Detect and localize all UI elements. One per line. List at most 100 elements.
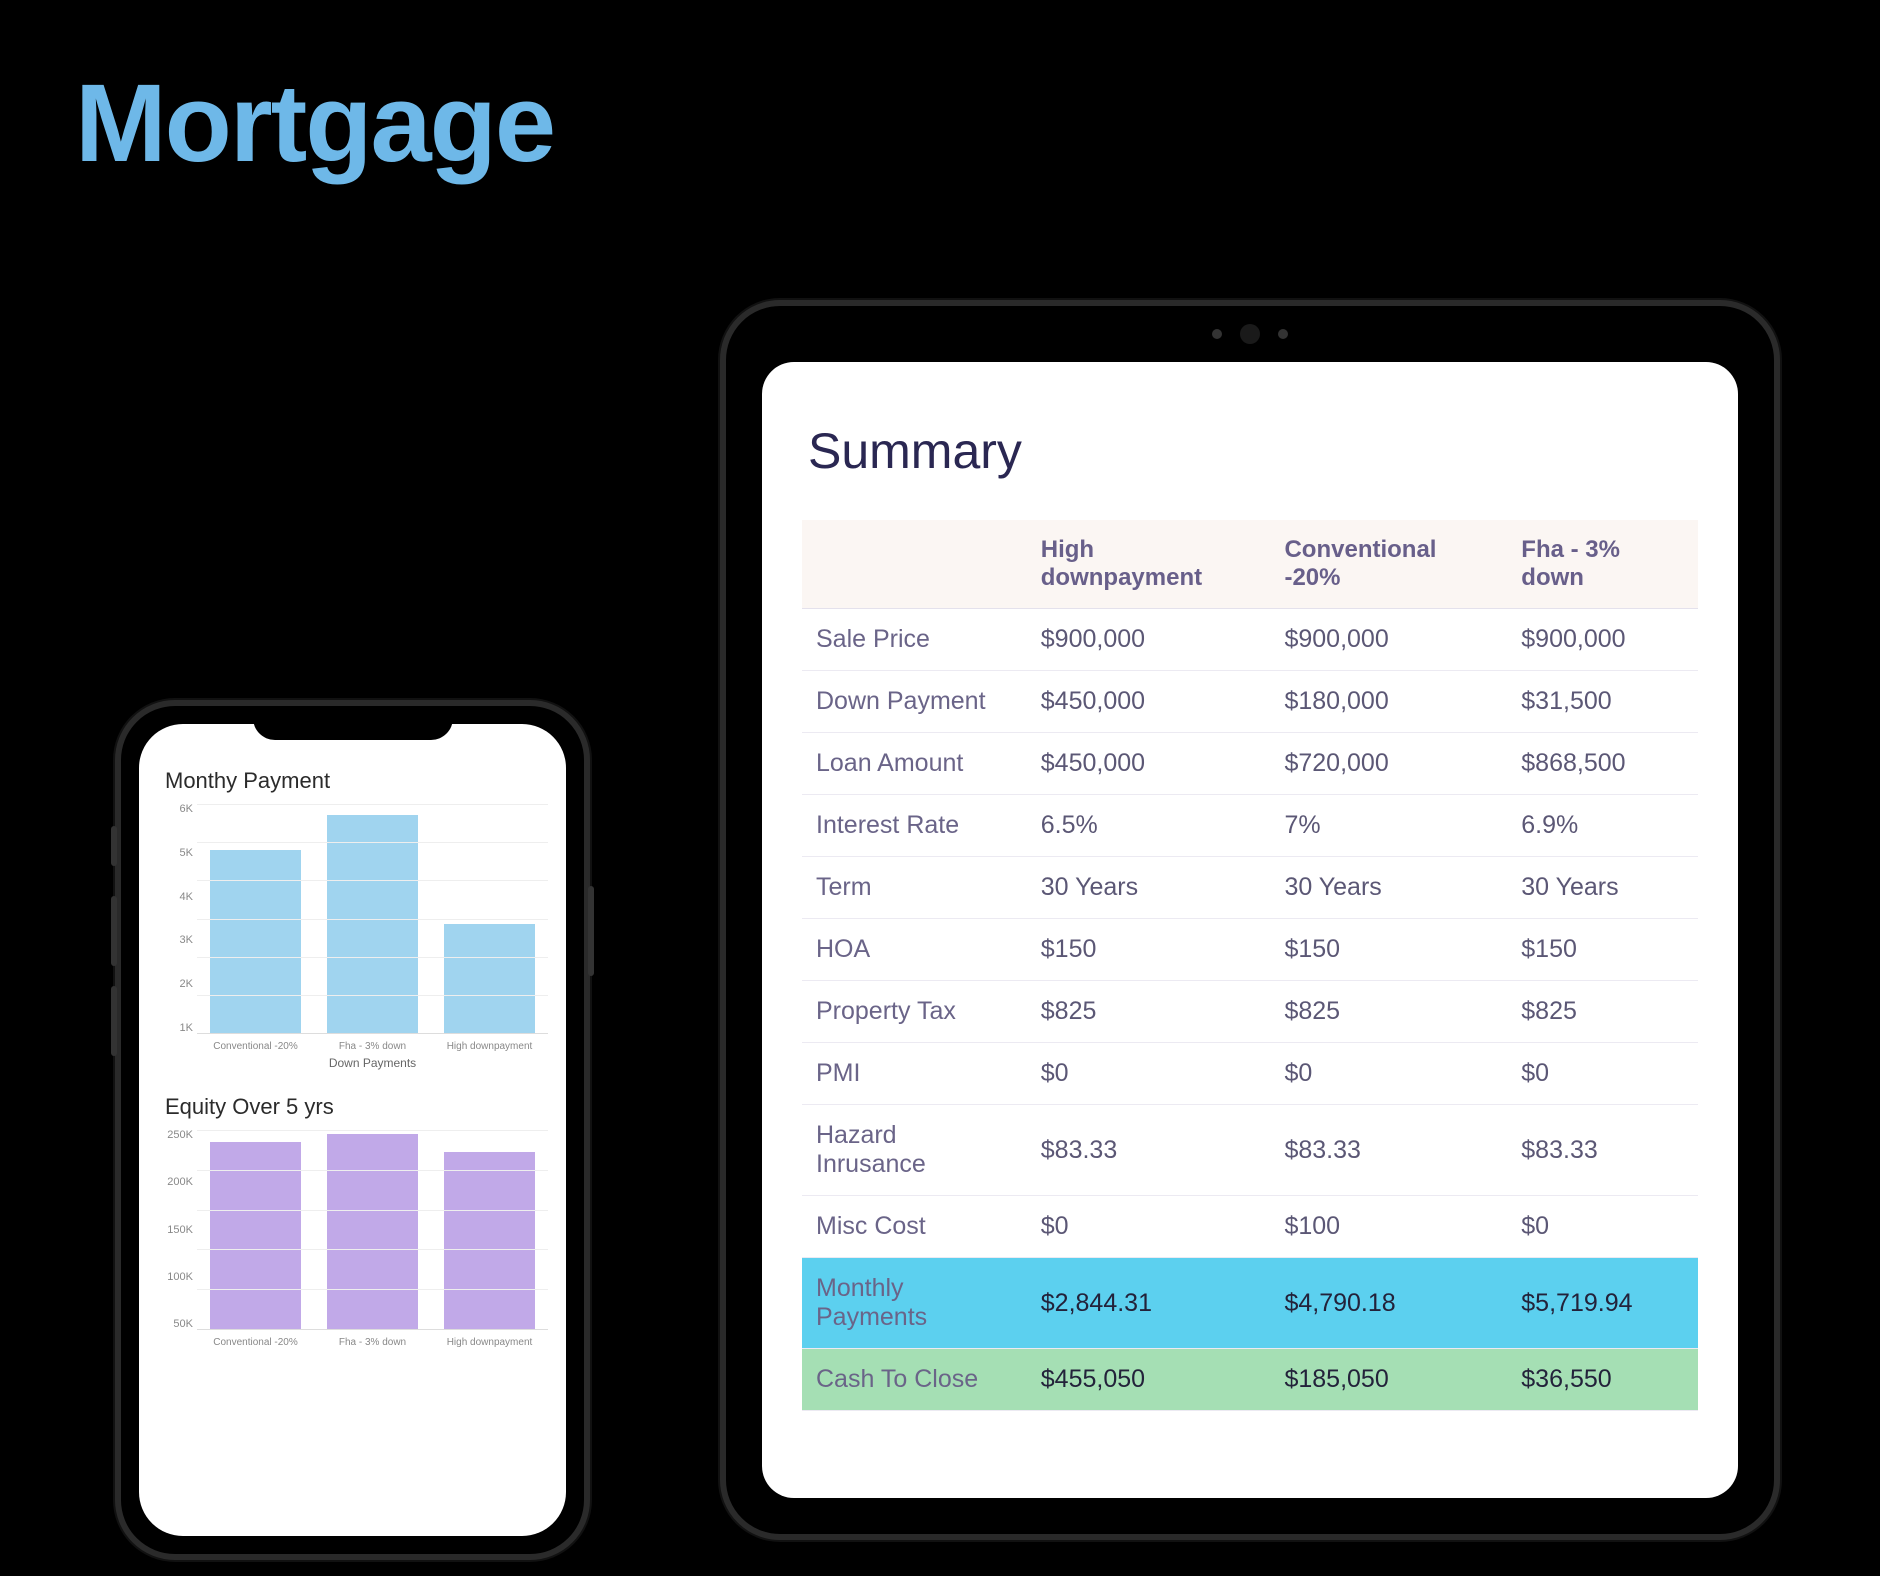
table-cell: $83.33 xyxy=(1027,1105,1271,1196)
table-cell: $825 xyxy=(1027,981,1271,1043)
table-cell: $0 xyxy=(1027,1196,1271,1258)
bar xyxy=(327,815,418,1033)
page-title: Mortgage xyxy=(75,60,554,187)
table-cell: $36,550 xyxy=(1507,1349,1698,1411)
x-tick: High downpayment xyxy=(437,1041,542,1052)
row-label: Loan Amount xyxy=(802,733,1027,795)
row-label: Down Payment xyxy=(802,671,1027,733)
x-axis: Conventional -20%Fha - 3% downHigh downp… xyxy=(197,1337,548,1348)
table-cell: $450,000 xyxy=(1027,671,1271,733)
table-cell: $150 xyxy=(1270,919,1507,981)
x-axis: Conventional -20% Fha - 3% down High downp… xyxy=(197,1041,548,1052)
table-cell: $720,000 xyxy=(1270,733,1507,795)
table-row: PMI$0$0$0 xyxy=(802,1043,1698,1105)
row-label: Property Tax xyxy=(802,981,1027,1043)
table-cell: $868,500 xyxy=(1507,733,1698,795)
table-cell: 7% xyxy=(1270,795,1507,857)
y-tick: 100K xyxy=(157,1272,197,1283)
y-tick: 6K xyxy=(157,804,197,815)
y-tick: 200K xyxy=(157,1177,197,1188)
table-cell: $2,844.31 xyxy=(1027,1258,1271,1349)
table-cell: $0 xyxy=(1507,1196,1698,1258)
chart-title: Equity Over 5 yrs xyxy=(165,1094,548,1120)
phone-side-button-icon xyxy=(588,886,594,976)
table-cell: $455,050 xyxy=(1027,1349,1271,1411)
table-cell: $185,050 xyxy=(1270,1349,1507,1411)
chart-plot: 6K5K4K3K2K1KConventional -20%Fha - 3% do… xyxy=(157,804,548,1064)
table-cell: $4,790.18 xyxy=(1270,1258,1507,1349)
y-axis: 250K200K150K100K50K xyxy=(157,1130,197,1330)
table-cell: 30 Years xyxy=(1270,857,1507,919)
y-tick: 3K xyxy=(157,935,197,946)
x-axis-label: Down Payments xyxy=(197,1056,548,1070)
tablet-camera-icon xyxy=(1212,324,1288,344)
table-header: High downpayment xyxy=(1027,520,1271,609)
chart-plot: 250K200K150K100K50KConventional -20%Fha … xyxy=(157,1130,548,1360)
row-label: Hazard Inrusance xyxy=(802,1105,1027,1196)
table-header xyxy=(802,520,1027,609)
table-cell: $180,000 xyxy=(1270,671,1507,733)
chart-title: Monthy Payment xyxy=(165,768,548,794)
table-cell: $0 xyxy=(1027,1043,1271,1105)
table-cell: 6.5% xyxy=(1027,795,1271,857)
phone-side-button-icon xyxy=(111,986,117,1056)
table-cell: 30 Years xyxy=(1027,857,1271,919)
table-cell: $150 xyxy=(1027,919,1271,981)
table-row: HOA$150$150$150 xyxy=(802,919,1698,981)
phone-screen: Monthy Payment 6K5K4K3K2K1KConventional … xyxy=(139,724,566,1536)
table-row: Sale Price$900,000$900,000$900,000 xyxy=(802,609,1698,671)
y-tick: 150K xyxy=(157,1225,197,1236)
tablet-screen: Summary High downpayment Conventional -2… xyxy=(762,362,1738,1498)
x-tick: Fha - 3% down xyxy=(320,1337,425,1348)
row-label: Cash To Close xyxy=(802,1349,1027,1411)
x-tick: Fha - 3% down xyxy=(320,1041,425,1052)
summary-heading: Summary xyxy=(808,422,1698,480)
table-cell: $83.33 xyxy=(1507,1105,1698,1196)
table-cell: $900,000 xyxy=(1270,609,1507,671)
equity-chart: Equity Over 5 yrs 250K200K150K100K50KCon… xyxy=(157,1094,548,1360)
phone-device: Monthy Payment 6K5K4K3K2K1KConventional … xyxy=(115,700,590,1560)
y-tick: 1K xyxy=(157,1023,197,1034)
summary-table: High downpayment Conventional -20% Fha -… xyxy=(802,520,1698,1411)
x-tick: Conventional -20% xyxy=(203,1041,308,1052)
phone-side-button-icon xyxy=(111,826,117,866)
plot-area xyxy=(197,1130,548,1330)
table-cell: $825 xyxy=(1507,981,1698,1043)
bar xyxy=(444,924,535,1033)
table-cell: $0 xyxy=(1507,1043,1698,1105)
row-label: PMI xyxy=(802,1043,1027,1105)
y-tick: 5K xyxy=(157,848,197,859)
row-label: HOA xyxy=(802,919,1027,981)
row-label: Monthly Payments xyxy=(802,1258,1027,1349)
table-cell: 6.9% xyxy=(1507,795,1698,857)
bar xyxy=(210,850,301,1033)
tablet-device: Summary High downpayment Conventional -2… xyxy=(720,300,1780,1540)
table-row: Cash To Close$455,050$185,050$36,550 xyxy=(802,1349,1698,1411)
x-tick: High downpayment xyxy=(437,1337,542,1348)
phone-side-button-icon xyxy=(111,896,117,966)
table-row: Down Payment$450,000$180,000$31,500 xyxy=(802,671,1698,733)
bar xyxy=(327,1134,418,1329)
row-label: Sale Price xyxy=(802,609,1027,671)
y-tick: 250K xyxy=(157,1130,197,1141)
phone-notch-icon xyxy=(253,706,453,740)
table-row: Hazard Inrusance$83.33$83.33$83.33 xyxy=(802,1105,1698,1196)
table-row: Monthly Payments$2,844.31$4,790.18$5,719… xyxy=(802,1258,1698,1349)
y-tick: 4K xyxy=(157,892,197,903)
table-cell: $100 xyxy=(1270,1196,1507,1258)
plot-area xyxy=(197,804,548,1034)
table-cell: $900,000 xyxy=(1027,609,1271,671)
table-cell: $83.33 xyxy=(1270,1105,1507,1196)
table-header: Conventional -20% xyxy=(1270,520,1507,609)
bar xyxy=(444,1152,535,1329)
table-row: Misc Cost$0$100$0 xyxy=(802,1196,1698,1258)
row-label: Interest Rate xyxy=(802,795,1027,857)
table-row: Interest Rate6.5%7%6.9% xyxy=(802,795,1698,857)
table-cell: $450,000 xyxy=(1027,733,1271,795)
table-cell: 30 Years xyxy=(1507,857,1698,919)
table-row: Property Tax$825$825$825 xyxy=(802,981,1698,1043)
monthly-payment-chart: Monthy Payment 6K5K4K3K2K1KConventional … xyxy=(157,768,548,1064)
table-row: Loan Amount$450,000$720,000$868,500 xyxy=(802,733,1698,795)
table-cell: $0 xyxy=(1270,1043,1507,1105)
summary-table-header-row: High downpayment Conventional -20% Fha -… xyxy=(802,520,1698,609)
